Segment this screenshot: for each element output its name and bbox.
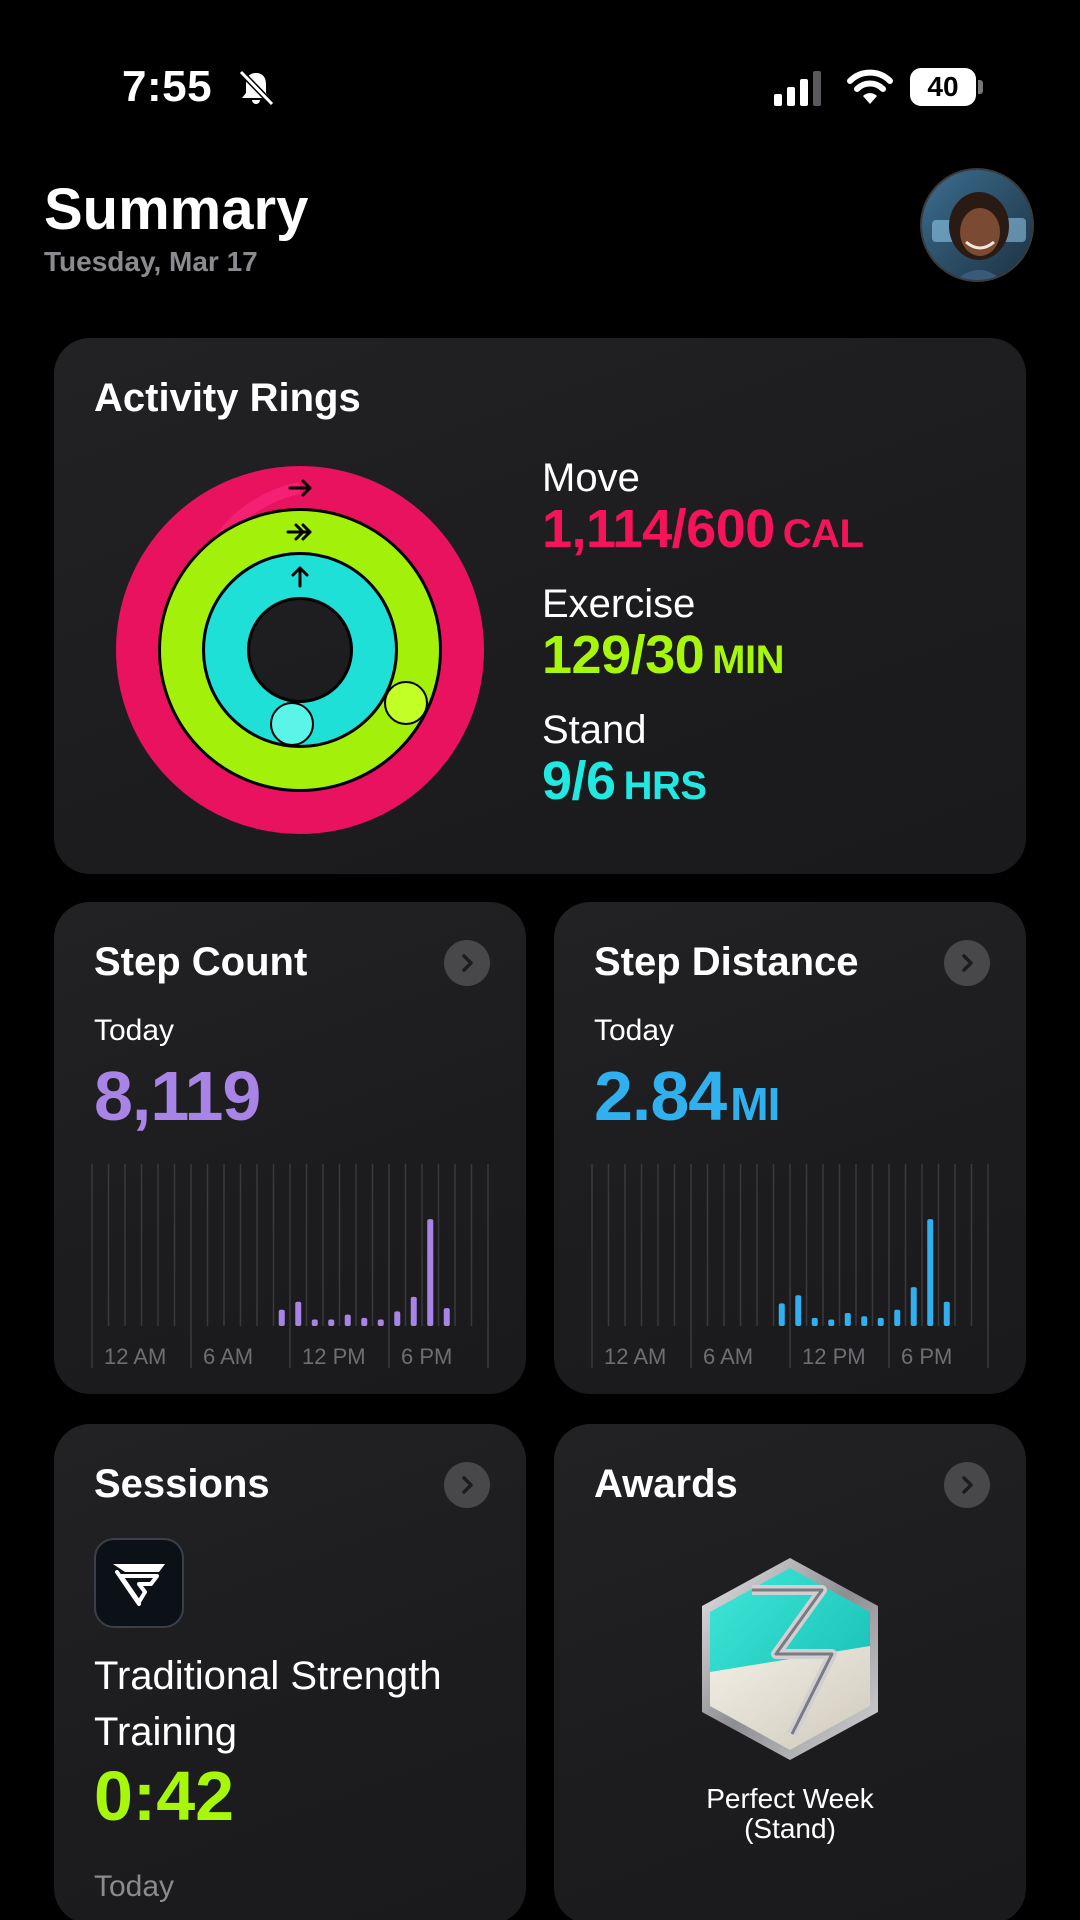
page-title: Summary	[44, 177, 309, 242]
summary-screen: 7:55 40 Summary Tuesday, Mar 17 Activity…	[0, 0, 1080, 1920]
move-value: 1,114/600 CAL	[542, 498, 864, 560]
exercise-ring-end	[384, 681, 428, 725]
workout-date: Today	[94, 1870, 175, 1903]
step-count-bar	[311, 1319, 318, 1326]
step-distance-bar	[844, 1313, 851, 1326]
step-count-axis-label: 6 PM	[401, 1344, 452, 1369]
avatar[interactable]	[920, 168, 1034, 282]
workout-app-icon[interactable]	[94, 1538, 184, 1628]
chevron-right-icon	[962, 1476, 973, 1494]
battery-icon: 40	[910, 68, 984, 106]
step-count-bar	[295, 1301, 302, 1326]
exercise-unit: MIN	[712, 638, 784, 682]
chevron-right-icon	[462, 954, 473, 972]
step-count-axis-label: 12 AM	[104, 1344, 166, 1369]
step-count-bar	[377, 1319, 384, 1326]
award-name-line2: (Stand)	[744, 1813, 836, 1844]
step-count-chevron-button[interactable]	[444, 940, 490, 986]
exercise-label: Exercise	[542, 582, 696, 626]
cellular-signal-icon	[774, 71, 821, 106]
battery-level: 40	[927, 71, 959, 102]
step-count-axis-label: 12 PM	[302, 1344, 366, 1369]
step-count-bar	[278, 1309, 285, 1326]
stand-unit: HRS	[623, 764, 707, 808]
move-value-number: 1,114/600	[542, 499, 775, 559]
step-distance-bar	[910, 1287, 917, 1326]
avatar-photo	[922, 170, 1032, 280]
step-distance-bar	[877, 1317, 884, 1326]
step-distance-axis-label: 12 PM	[802, 1344, 866, 1369]
step-distance-bar	[861, 1316, 868, 1326]
awards-title: Awards	[594, 1462, 738, 1506]
activity-rings-chart	[116, 466, 484, 834]
step-distance-unit: MI	[730, 1078, 780, 1130]
strength-app-logo-icon	[113, 1564, 165, 1606]
award-name: Perfect Week (Stand)	[554, 1784, 1026, 1844]
activity-rings-card[interactable]: Activity Rings Move 1,114/600CAL Exerci	[54, 338, 1026, 874]
step-distance-bar	[943, 1301, 950, 1326]
step-count-chart: 12 AM 6 AM 12 PM 6 PM	[91, 1164, 489, 1369]
sessions-chevron-button[interactable]	[444, 1462, 490, 1508]
awards-chevron-button[interactable]	[944, 1462, 990, 1508]
workout-duration: 0:42	[94, 1757, 235, 1835]
step-count-bar	[328, 1319, 335, 1326]
step-count-period: Today	[94, 1014, 175, 1047]
step-distance-axis-label: 12 AM	[604, 1344, 666, 1369]
step-count-axis-label: 6 AM	[203, 1344, 253, 1369]
step-distance-axis-label: 6 PM	[901, 1344, 952, 1369]
status-bar: 7:55 40	[0, 0, 1080, 150]
workout-name: Traditional Strength Training	[94, 1654, 442, 1754]
step-distance-chart: 12 AM 6 AM 12 PM 6 PM	[591, 1164, 989, 1369]
step-distance-bar	[894, 1309, 901, 1326]
step-distance-bar	[927, 1219, 934, 1326]
wifi-icon	[847, 69, 893, 104]
step-count-bar	[443, 1308, 450, 1326]
move-label: Move	[542, 456, 640, 500]
perfect-week-badge-icon[interactable]	[692, 1554, 888, 1764]
battery-tip	[978, 80, 983, 94]
step-distance-bar	[795, 1295, 802, 1326]
sessions-title: Sessions	[94, 1462, 270, 1506]
exercise-value: 129/30 MIN	[542, 624, 784, 686]
step-distance-title: Step Distance	[594, 940, 859, 984]
page-date: Tuesday, Mar 17	[44, 246, 258, 277]
step-distance-bar	[828, 1319, 835, 1326]
step-count-bar	[394, 1311, 401, 1326]
award-name-line1: Perfect Week	[706, 1783, 874, 1814]
bell-slash-icon	[238, 69, 275, 107]
chevron-right-icon	[962, 954, 973, 972]
step-distance-chevron-button[interactable]	[944, 940, 990, 986]
step-distance-value: 2.84MI	[594, 1056, 780, 1136]
step-count-value: 8,119	[94, 1057, 261, 1135]
chevron-right-icon	[462, 1476, 473, 1494]
step-count-title: Step Count	[94, 940, 308, 984]
sessions-card[interactable]: Sessions Traditional Strength Training 0…	[54, 1424, 526, 1920]
step-distance-number: 2.84	[594, 1057, 727, 1135]
step-distance-axis-label: 6 AM	[703, 1344, 753, 1369]
battery-body: 40	[910, 68, 976, 106]
step-distance-bar	[778, 1303, 785, 1326]
status-time: 7:55	[122, 62, 213, 111]
move-unit: CAL	[782, 512, 864, 556]
stand-value: 9/6 HRS	[542, 750, 707, 812]
step-distance-bar	[811, 1317, 818, 1326]
step-count-bar	[344, 1314, 351, 1326]
stand-ring-end	[270, 702, 314, 746]
step-count-bar	[427, 1219, 434, 1326]
awards-card[interactable]: Awards Perfect Week (Stand)	[554, 1424, 1026, 1920]
step-distance-card[interactable]: Step Distance Today 2.84MI 12 AM 6 AM 12 P…	[554, 902, 1026, 1394]
step-count-bar	[410, 1296, 417, 1326]
activity-rings-title: Activity Rings	[94, 376, 361, 420]
stand-label: Stand	[542, 708, 647, 752]
stand-value-number: 9/6	[542, 751, 616, 811]
step-count-card[interactable]: Step Count Today 8,119 12 AM 6 AM 12 PM 6 P…	[54, 902, 526, 1394]
step-distance-period: Today	[594, 1014, 675, 1047]
exercise-value-number: 129/30	[542, 625, 705, 685]
step-count-bar	[361, 1317, 368, 1326]
